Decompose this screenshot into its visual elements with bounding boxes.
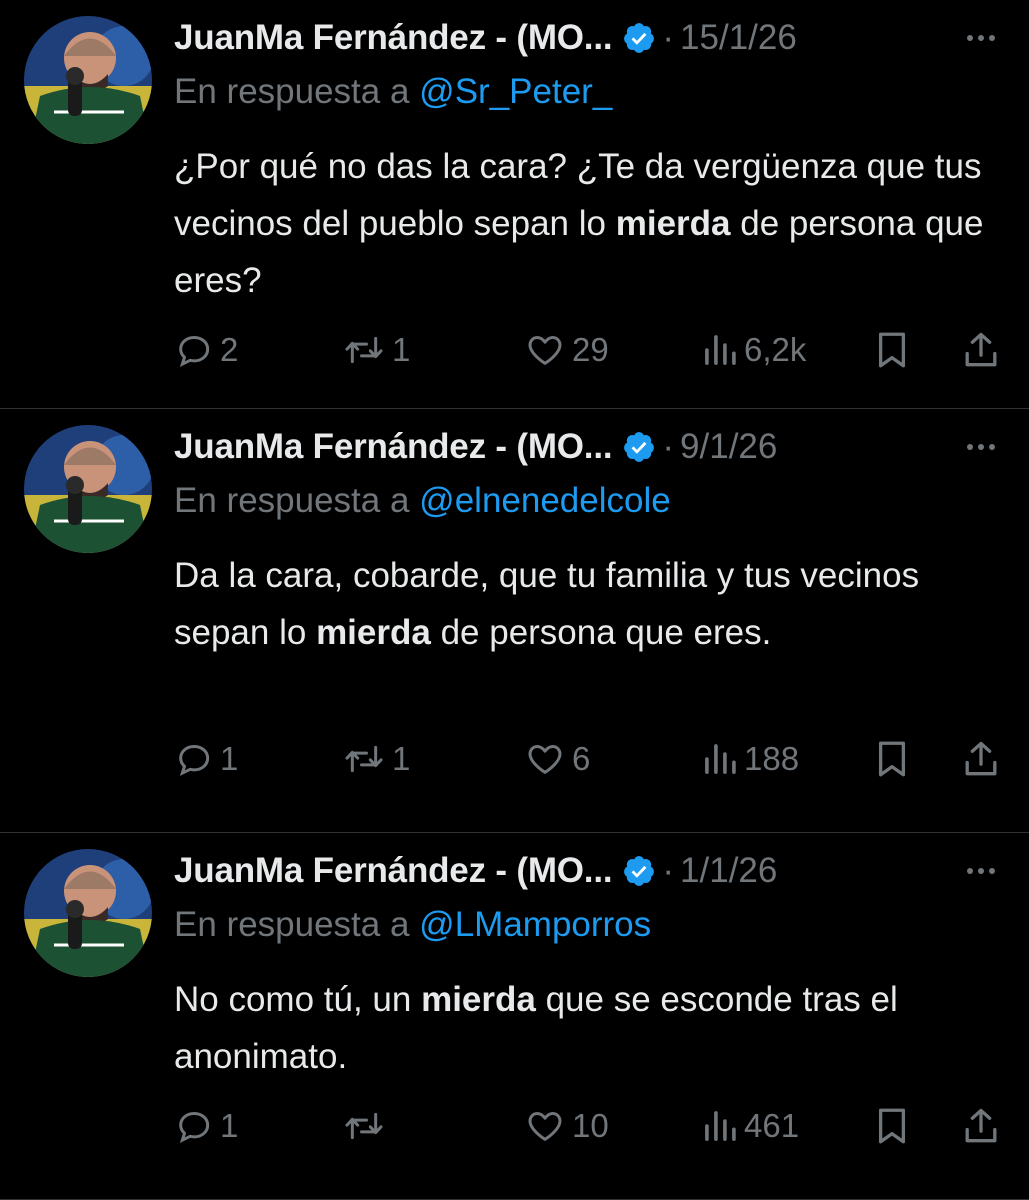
repost-count: 1	[392, 740, 411, 777]
separator-dot: ·	[662, 427, 675, 466]
share-button[interactable]	[962, 1101, 1000, 1151]
heart-icon	[528, 1112, 562, 1141]
repost-button[interactable]: 1	[342, 325, 410, 375]
reply-button[interactable]: 1	[174, 1101, 238, 1151]
tweet[interactable]: JuanMa Fernández - (MO... · 15/1/26 En r…	[0, 0, 1029, 409]
share-button[interactable]	[962, 325, 1000, 375]
views-count: 6,2k	[744, 331, 807, 368]
reply-button[interactable]: 2	[174, 325, 238, 375]
reply-handle-link[interactable]: @LMamporros	[419, 905, 651, 944]
avatar[interactable]	[24, 849, 152, 977]
tweet-header: JuanMa Fernández - (MO... · 1/1/26	[174, 843, 1005, 899]
comment-bubble-icon	[179, 744, 210, 777]
text-part-bold: mierda	[316, 613, 431, 652]
reply-context: En respuesta a @Sr_Peter_	[174, 72, 612, 112]
more-dots-icon[interactable]	[961, 427, 1001, 467]
tweet-header: JuanMa Fernández - (MO... · 9/1/26	[174, 419, 1005, 475]
heart-icon	[528, 336, 562, 365]
repost-arrows-icon	[345, 745, 383, 773]
bookmark-button[interactable]	[874, 734, 910, 784]
bookmark-icon	[878, 332, 906, 368]
bookmark-button[interactable]	[874, 1101, 910, 1151]
like-count: 29	[572, 331, 609, 368]
share-upload-icon	[965, 741, 997, 776]
bar-chart-icon	[705, 744, 736, 774]
views-button[interactable]: 461	[702, 1101, 799, 1151]
tweet-date[interactable]: 1/1/26	[680, 851, 777, 891]
repost-arrows-icon	[345, 1112, 383, 1140]
separator-dot: ·	[662, 851, 675, 890]
reply-prefix: En respuesta a	[174, 72, 410, 111]
repost-button[interactable]	[342, 1101, 392, 1151]
comment-bubble-icon	[179, 1111, 210, 1144]
repost-arrows-icon	[345, 336, 383, 364]
reply-handle-link[interactable]: @elnenedelcole	[419, 481, 671, 520]
tweet-actions: 2 1 29 6,2k	[174, 325, 1005, 375]
tweet-text: Da la cara, cobarde, que tu familia y tu…	[174, 547, 1004, 661]
like-button[interactable]: 10	[524, 1101, 609, 1151]
more-dots-icon[interactable]	[961, 18, 1001, 58]
text-part-bold: mierda	[421, 980, 536, 1019]
heart-icon	[528, 745, 562, 774]
views-button[interactable]: 6,2k	[702, 325, 806, 375]
verified-badge-icon	[622, 21, 656, 55]
text-part: No como tú, un	[174, 980, 422, 1019]
bar-chart-icon	[705, 1111, 736, 1141]
text-part-bold: mierda	[615, 204, 731, 243]
avatar[interactable]	[24, 16, 152, 144]
reply-handle-link[interactable]: @Sr_Peter_	[419, 72, 612, 111]
tweet-header: JuanMa Fernández - (MO... · 15/1/26	[174, 10, 1005, 66]
tweet-actions: 1 10 461	[174, 1101, 1005, 1151]
tweet[interactable]: JuanMa Fernández - (MO... · 9/1/26 En re…	[0, 409, 1029, 833]
reply-prefix: En respuesta a	[174, 481, 410, 520]
author-name[interactable]: JuanMa Fernández - (MO...	[174, 427, 613, 467]
share-upload-icon	[965, 332, 997, 367]
share-button[interactable]	[962, 734, 1000, 784]
repost-button[interactable]: 1	[342, 734, 410, 784]
text-part: de persona que eres.	[430, 613, 772, 652]
reply-context: En respuesta a @elnenedelcole	[174, 481, 671, 521]
bookmark-icon	[878, 741, 906, 777]
bookmark-icon	[878, 1108, 906, 1144]
avatar[interactable]	[24, 425, 152, 553]
author-name[interactable]: JuanMa Fernández - (MO...	[174, 851, 613, 891]
bar-chart-icon	[705, 335, 736, 365]
separator-dot: ·	[662, 18, 675, 57]
views-count: 188	[744, 740, 800, 777]
tweet-text: No como tú, un mierda que se esconde tra…	[174, 971, 1004, 1085]
views-button[interactable]: 188	[702, 734, 799, 784]
tweet-text: ¿Por qué no das la cara? ¿Te da vergüenz…	[174, 138, 1004, 309]
more-dots-icon[interactable]	[961, 851, 1001, 891]
bookmark-button[interactable]	[874, 325, 910, 375]
verified-badge-icon	[622, 430, 656, 464]
tweet[interactable]: JuanMa Fernández - (MO... · 1/1/26 En re…	[0, 833, 1029, 1200]
views-count: 461	[744, 1107, 800, 1144]
repost-count: 1	[392, 331, 411, 368]
reply-count: 1	[220, 1107, 239, 1144]
tweet-date[interactable]: 15/1/26	[680, 18, 797, 58]
like-count: 10	[572, 1107, 609, 1144]
reply-count: 1	[220, 740, 239, 777]
reply-prefix: En respuesta a	[174, 905, 410, 944]
reply-button[interactable]: 1	[174, 734, 238, 784]
verified-badge-icon	[622, 854, 656, 888]
like-button[interactable]: 6	[524, 734, 590, 784]
like-button[interactable]: 29	[524, 325, 609, 375]
tweet-date[interactable]: 9/1/26	[680, 427, 777, 467]
share-upload-icon	[965, 1108, 997, 1143]
comment-bubble-icon	[179, 335, 210, 368]
reply-count: 2	[220, 331, 239, 368]
reply-context: En respuesta a @LMamporros	[174, 905, 651, 945]
tweet-actions: 1 1 6 188	[174, 734, 1005, 784]
author-name[interactable]: JuanMa Fernández - (MO...	[174, 18, 613, 58]
like-count: 6	[572, 740, 591, 777]
